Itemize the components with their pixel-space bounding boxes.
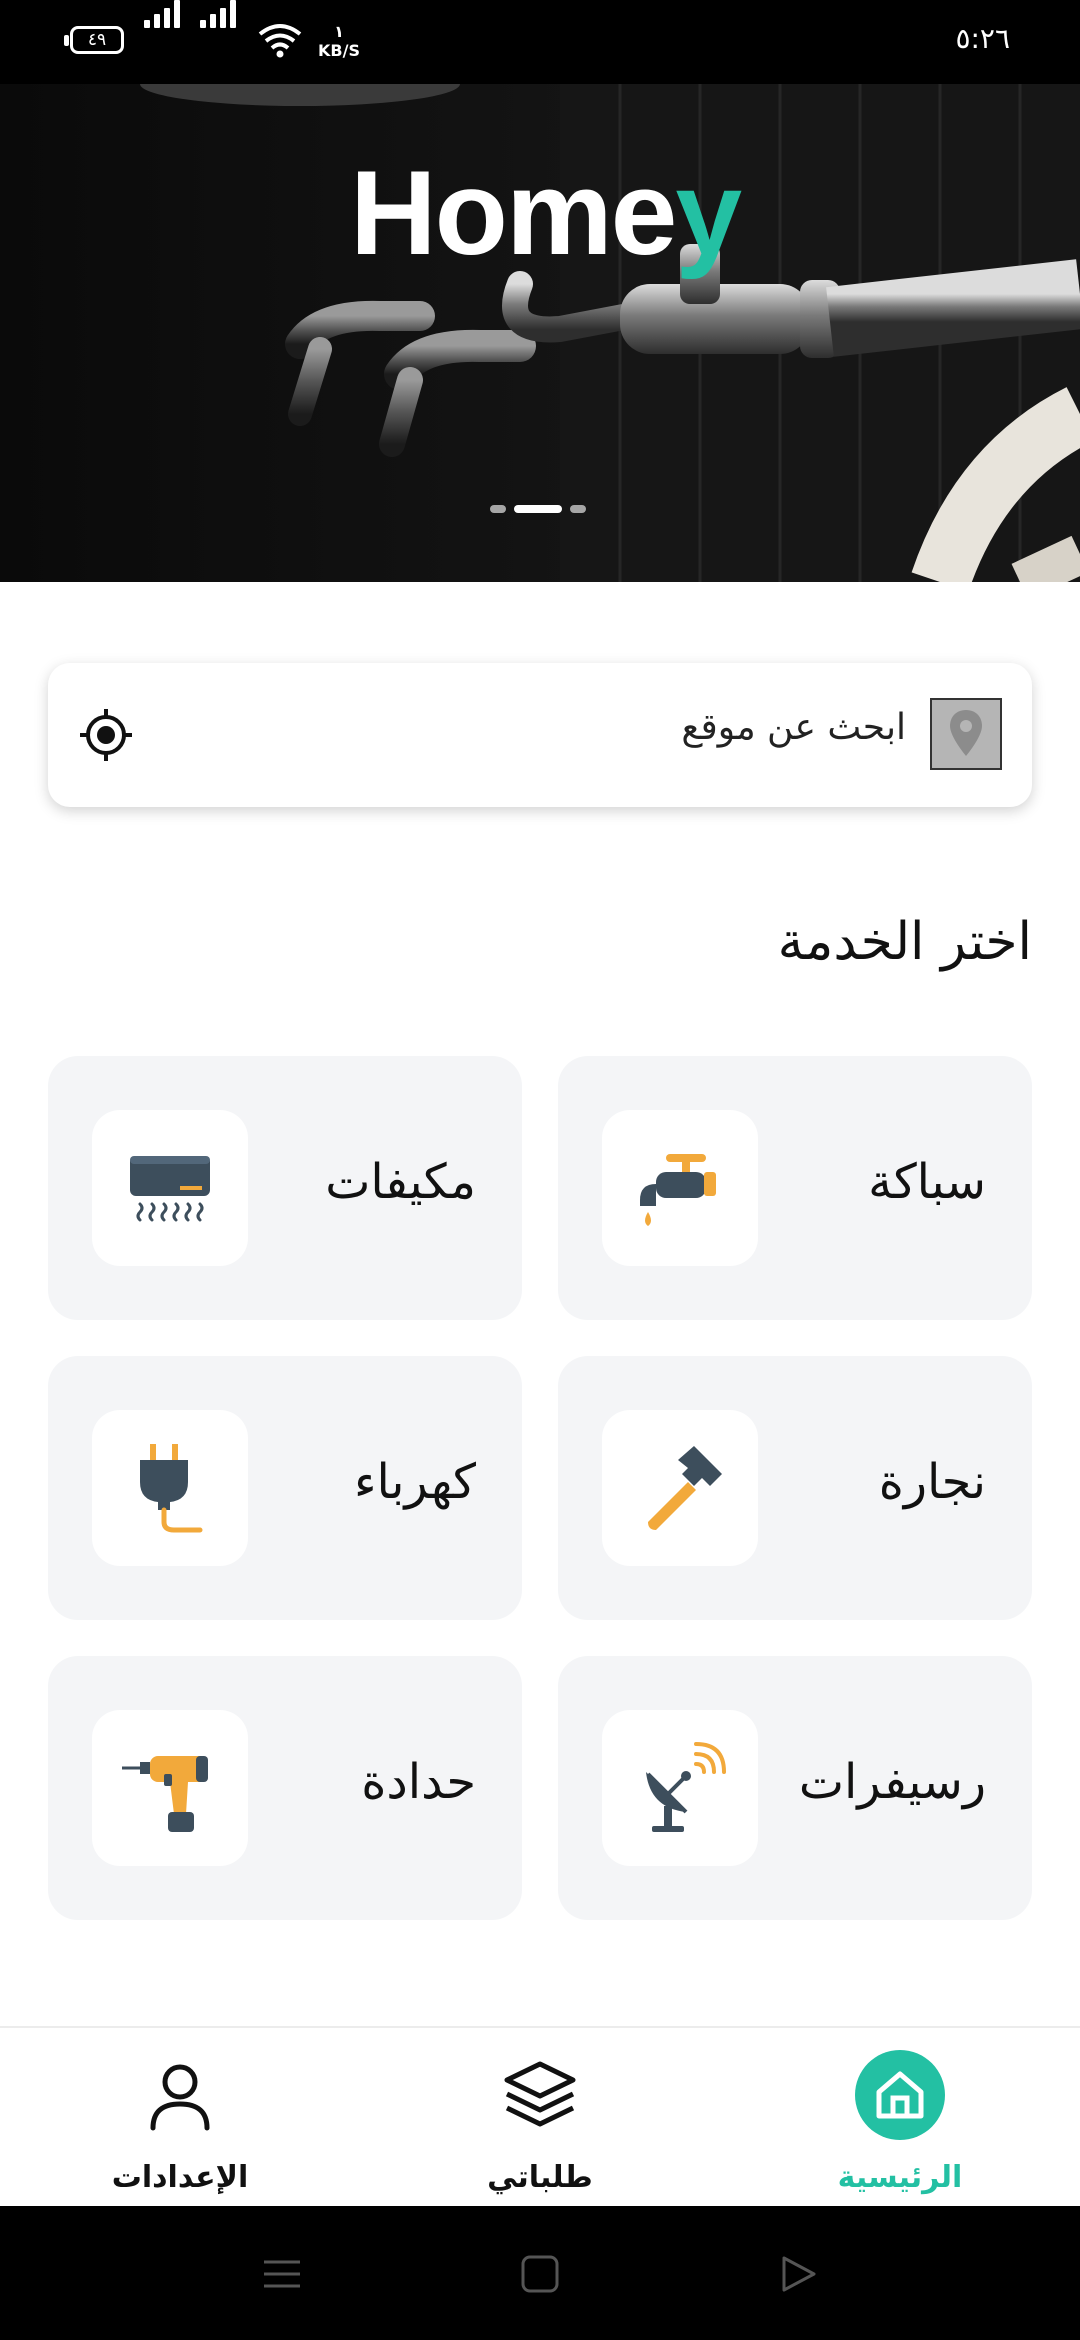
- service-card-carpentry[interactable]: نجارة: [558, 1356, 1032, 1620]
- nav-label: الرئيسية: [837, 2160, 963, 2195]
- home-icon: [855, 2050, 945, 2140]
- service-label: كهرباء: [353, 1454, 476, 1510]
- system-navigation-bar: [0, 2206, 1080, 2340]
- air-conditioner-icon: [130, 1156, 210, 1222]
- service-icon-box: [92, 1410, 248, 1566]
- service-label: نجارة: [878, 1454, 986, 1510]
- wifi-icon: [258, 24, 302, 58]
- service-card-electricity[interactable]: كهرباء: [48, 1356, 522, 1620]
- service-label: سباكة: [868, 1154, 986, 1210]
- nav-settings[interactable]: الإعدادات: [0, 2028, 360, 2208]
- service-label: رسيفرات: [798, 1754, 986, 1810]
- section-title: اختر الخدمة: [777, 912, 1032, 972]
- map-pin-icon: [930, 698, 1002, 770]
- service-icon-box: [602, 1110, 758, 1266]
- drill-icon: [122, 1756, 208, 1832]
- search-input[interactable]: ابحث عن موقع: [681, 707, 906, 748]
- service-label: حدادة: [361, 1754, 476, 1810]
- service-icon-box: [92, 1110, 248, 1266]
- location-search-bar[interactable]: ابحث عن موقع: [48, 663, 1032, 807]
- carousel-dot-active[interactable]: [514, 504, 562, 513]
- service-icon-box: [602, 1410, 758, 1566]
- service-label: مكيفات: [325, 1154, 476, 1210]
- service-icon-box: [602, 1710, 758, 1866]
- gps-target-icon[interactable]: [78, 707, 134, 763]
- carousel-dot[interactable]: [490, 504, 506, 513]
- nav-label: طلباتي: [487, 2160, 593, 2195]
- satellite-dish-icon: [646, 1742, 726, 1832]
- service-card-air-conditioning[interactable]: مكيفات: [48, 1056, 522, 1320]
- hero-carousel[interactable]: Homey: [0, 84, 1080, 582]
- faucet-icon: [640, 1154, 716, 1226]
- network-speed: ١ KB/S: [318, 22, 360, 60]
- plug-icon: [140, 1444, 203, 1533]
- service-icon-box: [92, 1710, 248, 1866]
- status-time: ٥:٢٦: [955, 22, 1010, 55]
- service-card-blacksmith[interactable]: حدادة: [48, 1656, 522, 1920]
- nav-label: الإعدادات: [111, 2160, 249, 2195]
- user-icon: [150, 2064, 210, 2131]
- menu-icon[interactable]: [262, 2254, 302, 2294]
- hammer-icon: [648, 1446, 722, 1530]
- carousel-indicators: [490, 498, 594, 517]
- bottom-navigation: الرئيسية طلباتي الإعدادات: [0, 2026, 1080, 2208]
- back-triangle-icon[interactable]: [778, 2254, 818, 2294]
- service-card-receivers[interactable]: رسيفرات: [558, 1656, 1032, 1920]
- status-bar: ٤٩ ١ KB/S ٥:٢٦: [0, 0, 1080, 84]
- battery-indicator: ٤٩: [64, 26, 124, 54]
- service-card-plumbing[interactable]: سباكة: [558, 1056, 1032, 1320]
- nav-orders[interactable]: طلباتي: [360, 2028, 720, 2208]
- home-square-icon[interactable]: [520, 2254, 560, 2294]
- layers-icon: [504, 2061, 576, 2127]
- app-logo: Homey: [350, 146, 742, 280]
- carousel-dot[interactable]: [570, 504, 586, 513]
- nav-home[interactable]: الرئيسية: [720, 2028, 1080, 2208]
